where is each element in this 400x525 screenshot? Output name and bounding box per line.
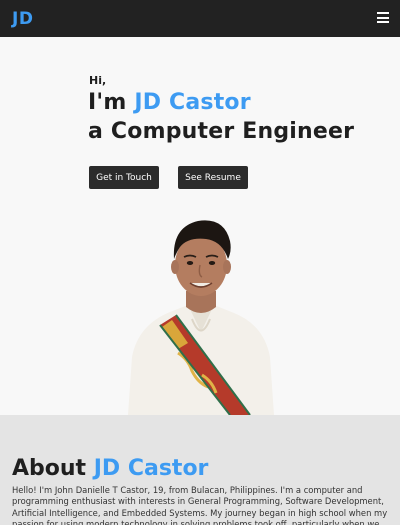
hero-section: Hi, I'm JD Castor a Computer Engineer Ge… bbox=[0, 37, 400, 415]
name-prefix: I'm bbox=[88, 90, 135, 115]
about-title: About JD Castor bbox=[12, 456, 208, 481]
about-body: Hello! I'm John Danielle T Castor, 19, f… bbox=[12, 485, 388, 525]
get-in-touch-button[interactable]: Get in Touch bbox=[89, 166, 159, 189]
about-title-prefix: About bbox=[12, 456, 94, 481]
navbar: JD bbox=[0, 0, 400, 37]
hero-headline: I'm JD Castor a Computer Engineer bbox=[88, 88, 354, 146]
hero-name-line: I'm JD Castor bbox=[88, 88, 354, 117]
logo[interactable]: JD bbox=[12, 9, 33, 29]
profile-portrait bbox=[128, 220, 274, 415]
about-title-name: JD Castor bbox=[93, 456, 209, 481]
greeting: Hi, bbox=[89, 74, 107, 87]
about-section: About JD Castor Hello! I'm John Danielle… bbox=[0, 415, 400, 525]
hero-name: JD Castor bbox=[134, 90, 251, 115]
hero-role: a Computer Engineer bbox=[88, 119, 355, 144]
see-resume-button[interactable]: See Resume bbox=[178, 166, 248, 189]
hamburger-menu-icon[interactable] bbox=[377, 12, 389, 23]
